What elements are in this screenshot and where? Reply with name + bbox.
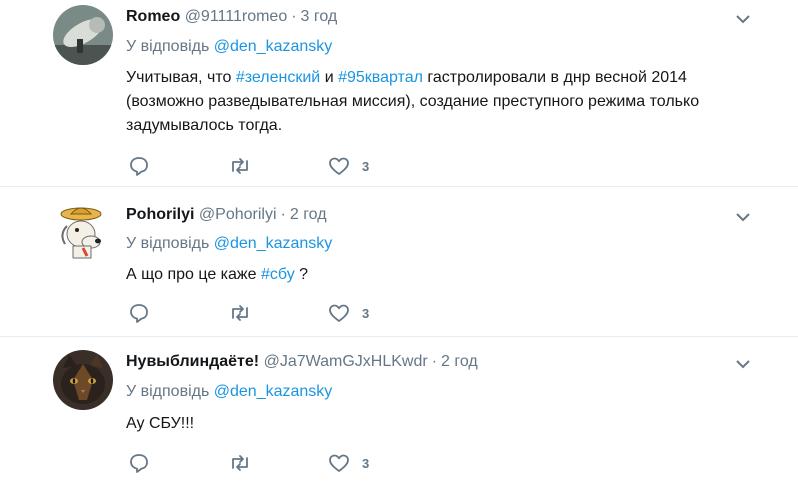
mention-link[interactable]: @den_kazansky [214,235,333,252]
like-count: 3 [362,158,370,174]
reply-icon [130,304,148,323]
hashtag-link[interactable]: #зеленский [236,69,320,86]
reply-button[interactable] [128,451,150,475]
separator-dot: · [291,8,297,25]
tweet-text: Учитывая, что #зеленский и #95квартал га… [126,66,766,138]
retweet-icon [232,455,248,471]
text-segment: Учитывая, что [126,69,236,86]
tweet-text: А що про це каже #сбу ? [126,263,766,287]
action-bar: 3 [126,301,426,325]
heart-icon [329,157,349,175]
hashtag-link[interactable]: #сбу [261,266,295,283]
retweet-button[interactable] [228,154,252,178]
timestamp[interactable]: 3 год [301,8,338,25]
reply-context: У відповідь @den_kazansky [126,383,332,401]
timestamp[interactable]: 2 год [290,206,327,223]
reply-context: У відповідь @den_kazansky [126,38,332,56]
like-button[interactable]: 3 [328,451,369,475]
reply-button[interactable] [128,154,150,178]
user-handle[interactable]: @91111romeo [185,8,288,25]
avatar[interactable] [53,5,113,65]
cartoon-dog-hat-icon [53,200,113,260]
like-button[interactable]: 3 [328,301,369,325]
mention-link[interactable]: @den_kazansky [214,38,333,55]
reply-prefix: У відповідь [126,383,210,400]
chevron-down-icon[interactable] [735,13,751,25]
text-segment: Ау СБУ!!! [126,415,195,432]
display-name[interactable]: Romeo [126,8,180,25]
tweet-card[interactable]: Нувыблиндаёте! @Ja7WamGJxHLKwdr · 2 год У … [0,337,798,481]
telescope-photo-icon [53,5,113,65]
text-segment: ? [294,266,309,283]
tweet-text: Ау СБУ!!! [126,412,766,436]
avatar[interactable] [53,350,113,410]
chevron-down-icon[interactable] [735,211,751,223]
retweet-button[interactable] [228,301,252,325]
action-bar: 3 [126,451,426,475]
display-name[interactable]: Pohorilyi [126,206,194,223]
chevron-down-icon[interactable] [735,358,751,370]
tweet-card[interactable]: Pohorilyi @Pohorilyi · 2 год У відповідь @… [0,187,798,337]
text-segment: и [320,69,339,86]
avatar[interactable] [53,200,113,260]
cat-photo-icon [53,350,113,410]
separator-dot: · [431,353,438,370]
reply-icon [130,454,148,473]
reply-icon [130,157,148,176]
heart-icon [329,454,349,472]
reply-prefix: У відповідь [126,38,210,55]
text-segment: задумывалось тогда. [126,117,283,134]
retweet-icon [232,305,248,321]
action-bar: 3 [126,154,426,178]
retweet-button[interactable] [228,451,252,475]
display-name[interactable]: Нувыблиндаёте! [126,353,259,370]
hashtag-link[interactable]: #95квартал [338,69,423,86]
user-handle[interactable]: @Ja7WamGJxHLKwdr [264,353,428,370]
user-handle[interactable]: @Pohorilyi [199,206,277,223]
timestamp[interactable]: 2 год [441,353,478,370]
like-count: 3 [362,455,370,471]
text-segment: гастролировали в днр весной 2014 [422,69,687,86]
like-count: 3 [362,305,370,321]
tweet-card[interactable]: Romeo @91111romeo · 3 год У відповідь @den… [0,0,798,187]
reply-prefix: У відповідь [126,235,210,252]
heart-icon [329,304,349,322]
separator-dot: · [280,206,286,223]
mention-link[interactable]: @den_kazansky [214,383,333,400]
text-segment: А що про це каже [126,266,261,283]
text-segment: (возможно разведывательная миссия), созд… [126,93,700,110]
reply-button[interactable] [128,301,150,325]
retweet-icon [232,158,248,174]
reply-context: У відповідь @den_kazansky [126,235,332,253]
like-button[interactable]: 3 [328,154,369,178]
